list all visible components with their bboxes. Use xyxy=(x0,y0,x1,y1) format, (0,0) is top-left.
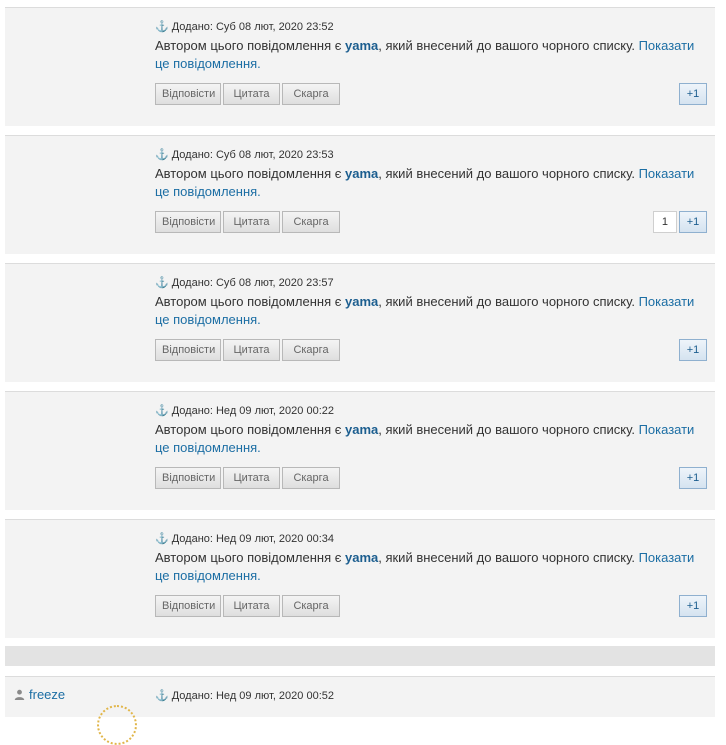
plus-one-button[interactable]: +1 xyxy=(679,467,707,489)
vote-count: 1 xyxy=(652,211,677,233)
post-actions: Відповісти Цитата Скарга xyxy=(155,339,340,361)
plus-one-button[interactable]: +1 xyxy=(679,211,707,233)
post: ⚓ Додано: Суб 08 лют, 2020 23:52 Автором… xyxy=(5,7,715,126)
quote-button[interactable]: Цитата xyxy=(223,339,280,361)
anchor-icon[interactable]: ⚓ xyxy=(155,404,169,417)
anchor-icon[interactable]: ⚓ xyxy=(155,276,169,289)
post-meta: ⚓ Додано: Суб 08 лют, 2020 23:52 xyxy=(155,20,334,34)
post-meta: ⚓ Додано: Суб 08 лют, 2020 23:57 xyxy=(155,276,334,290)
vote-box: 1 +1 xyxy=(652,211,707,233)
author-name[interactable]: yama xyxy=(345,422,378,437)
anchor-icon[interactable]: ⚓ xyxy=(155,689,169,702)
anchor-icon[interactable]: ⚓ xyxy=(155,20,169,33)
post: ⚓ Додано: Суб 08 лют, 2020 23:53 Автором… xyxy=(5,135,715,254)
author-name[interactable]: yama xyxy=(345,38,378,53)
post-actions: Відповісти Цитата Скарга xyxy=(155,83,340,105)
vote-box: +1 xyxy=(679,595,707,617)
post-actions: Відповісти Цитата Скарга xyxy=(155,467,340,489)
reply-button[interactable]: Відповісти xyxy=(155,339,221,361)
post-meta: ⚓ Додано: Нед 09 лют, 2020 00:52 xyxy=(155,689,334,703)
ignored-message: Автором цього повідомлення є yama, який … xyxy=(155,550,695,583)
post-user: freeze xyxy=(14,687,65,702)
author-name[interactable]: yama xyxy=(345,550,378,565)
post-date: Додано: Суб 08 лют, 2020 23:52 xyxy=(171,20,334,33)
vote-box: +1 xyxy=(679,467,707,489)
plus-one-button[interactable]: +1 xyxy=(679,339,707,361)
quote-button[interactable]: Цитата xyxy=(223,595,280,617)
ignored-message: Автором цього повідомлення є yama, який … xyxy=(155,166,695,199)
reply-button[interactable]: Відповісти xyxy=(155,467,221,489)
plus-one-button[interactable]: +1 xyxy=(679,83,707,105)
report-button[interactable]: Скарга xyxy=(282,467,340,489)
anchor-icon[interactable]: ⚓ xyxy=(155,148,169,161)
ignored-message: Автором цього повідомлення є yama, який … xyxy=(155,294,695,327)
post-actions: Відповісти Цитата Скарга xyxy=(155,595,340,617)
quote-button[interactable]: Цитата xyxy=(223,211,280,233)
post: ⚓ Додано: Нед 09 лют, 2020 00:22 Автором… xyxy=(5,391,715,510)
post: ⚓ Додано: Нед 09 лют, 2020 00:34 Автором… xyxy=(5,519,715,638)
ignored-message: Автором цього повідомлення є yama, який … xyxy=(155,38,695,71)
vote-box: +1 xyxy=(679,339,707,361)
user-icon xyxy=(14,689,25,700)
quote-button[interactable]: Цитата xyxy=(223,83,280,105)
page-separator xyxy=(5,646,715,666)
author-name[interactable]: yama xyxy=(345,166,378,181)
avatar xyxy=(97,705,137,745)
post-meta: ⚓ Додано: Нед 09 лют, 2020 00:34 xyxy=(155,532,334,546)
post: freeze ⚓ Додано: Нед 09 лют, 2020 00:52 xyxy=(5,676,715,745)
username-link[interactable]: freeze xyxy=(29,687,65,702)
post-date: Додано: Нед 09 лют, 2020 00:22 xyxy=(171,404,334,417)
reply-button[interactable]: Відповісти xyxy=(155,83,221,105)
reply-button[interactable]: Відповісти xyxy=(155,595,221,617)
post-date: Додано: Суб 08 лют, 2020 23:57 xyxy=(171,276,334,289)
post-date: Додано: Нед 09 лют, 2020 00:52 xyxy=(171,689,334,702)
post: ⚓ Додано: Суб 08 лют, 2020 23:57 Автором… xyxy=(5,263,715,382)
post-date: Додано: Суб 08 лют, 2020 23:53 xyxy=(171,148,334,161)
quote-button[interactable]: Цитата xyxy=(223,467,280,489)
vote-box: +1 xyxy=(679,83,707,105)
anchor-icon[interactable]: ⚓ xyxy=(155,532,169,545)
post-actions: Відповісти Цитата Скарга xyxy=(155,211,340,233)
report-button[interactable]: Скарга xyxy=(282,211,340,233)
post-meta: ⚓ Додано: Нед 09 лют, 2020 00:22 xyxy=(155,404,334,418)
post-date: Додано: Нед 09 лют, 2020 00:34 xyxy=(171,532,334,545)
ignored-message: Автором цього повідомлення є yama, який … xyxy=(155,422,695,455)
author-name[interactable]: yama xyxy=(345,294,378,309)
reply-button[interactable]: Відповісти xyxy=(155,211,221,233)
report-button[interactable]: Скарга xyxy=(282,339,340,361)
report-button[interactable]: Скарга xyxy=(282,595,340,617)
report-button[interactable]: Скарга xyxy=(282,83,340,105)
plus-one-button[interactable]: +1 xyxy=(679,595,707,617)
post-meta: ⚓ Додано: Суб 08 лют, 2020 23:53 xyxy=(155,148,334,162)
